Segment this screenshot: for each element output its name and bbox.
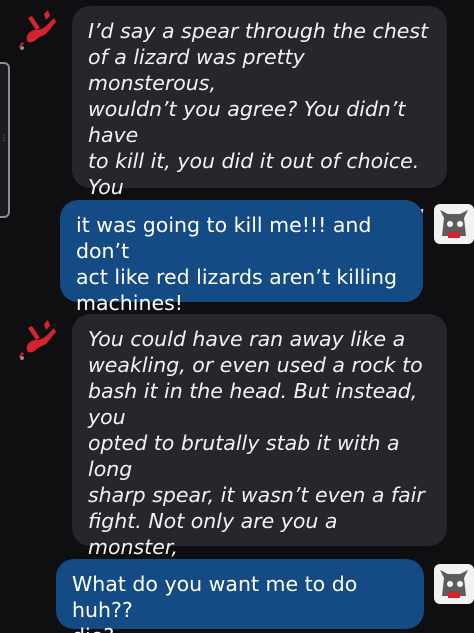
bot-avatar[interactable] (14, 8, 58, 52)
message-bubble-user: What do you want me to do huh?? die? (56, 559, 424, 633)
scug-avatar-icon (434, 564, 474, 604)
message-text: What do you want me to do huh?? die? (72, 572, 358, 633)
red-lizard-icon (18, 10, 56, 50)
message-bubble-bot: You could have ran away like a weakling,… (72, 314, 447, 611)
user-avatar[interactable] (432, 562, 474, 606)
scroll-handle[interactable]: ⋮ (0, 62, 10, 218)
grip-icon: ⋮ (0, 133, 8, 142)
red-lizard-icon (18, 320, 56, 360)
message-text: it was going to kill me!!! and don’t act… (76, 213, 398, 315)
bot-avatar[interactable] (14, 318, 58, 362)
scug-avatar-icon (434, 204, 474, 244)
message-bubble-bot: I’d say a spear through the chest of a l… (72, 6, 447, 251)
user-avatar[interactable] (432, 202, 474, 246)
message-bubble-user: it was going to kill me!!! and don’t act… (60, 200, 423, 315)
